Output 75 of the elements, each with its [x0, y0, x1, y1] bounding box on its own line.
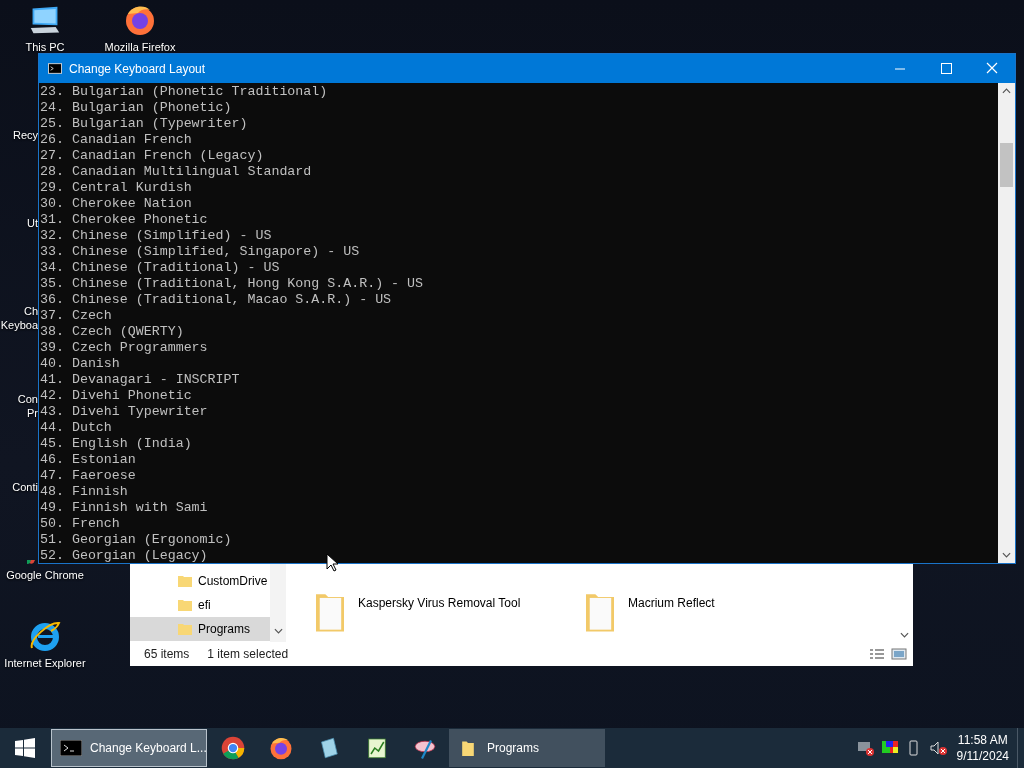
clock-date[interactable]: 9/11/2024 — [956, 748, 1009, 764]
details-view-icon[interactable] — [869, 648, 885, 660]
console-line: 40. Danish — [40, 356, 120, 372]
console-line: 50. French — [40, 516, 120, 532]
desktop-icon-label: Pr — [27, 406, 38, 420]
console-line: 42. Divehi Phonetic — [40, 388, 192, 404]
desktop-icon-label: Google Chrome — [6, 568, 84, 582]
console-line: 29. Central Kurdish — [40, 180, 192, 196]
console-line: 35. Chinese (Traditional, Hong Kong S.A.R.) - US — [40, 276, 423, 292]
firefox-icon[interactable] — [269, 736, 293, 760]
item-count: 65 items — [144, 647, 190, 661]
file-name[interactable]: Kaspersky Virus Removal Tool — [358, 596, 521, 610]
scrollbar[interactable] — [998, 83, 1015, 563]
console-line: 36. Chinese (Traditional, Macao S.A.R.) - US — [40, 292, 392, 308]
console-line: 51. Georgian (Ergonomic) — [40, 532, 232, 548]
taskbar-button[interactable]: Programs — [449, 729, 605, 767]
console-line: 43. Divehi Typewriter — [40, 404, 208, 420]
console-line: 39. Czech Programmers — [40, 340, 208, 356]
console-line: 25. Bulgarian (Typewriter) — [40, 116, 248, 132]
desktop-icon-label: Recy — [12, 128, 38, 142]
console-line: 32. Chinese (Simplified) - US — [40, 228, 272, 244]
console-line: 27. Canadian French (Legacy) — [40, 148, 264, 164]
nav-item[interactable]: Programs — [130, 617, 270, 641]
console-line: 41. Devanagari - INSCRIPT — [40, 372, 240, 388]
desktop-icon-label: Ut — [27, 216, 38, 230]
console-line: 28. Canadian Multilingual Standard — [40, 164, 312, 180]
computer-icon[interactable] — [29, 4, 61, 36]
console-line: 38. Czech (QWERTY) — [40, 324, 184, 340]
folder-icon — [178, 622, 192, 636]
desktop-icon-label: Conti — [12, 480, 38, 494]
selection-count: 1 item selected — [207, 647, 289, 661]
console-line: 23. Bulgarian (Phonetic Traditional) — [40, 84, 328, 100]
chart-app-icon[interactable] — [365, 736, 389, 760]
console-line: 37. Czech — [40, 308, 112, 324]
window-title: Change Keyboard Layout — [69, 61, 206, 76]
scroll-down-icon[interactable] — [900, 632, 909, 638]
console-icon — [60, 740, 82, 756]
console-line: 46. Estonian — [40, 452, 136, 468]
taskbar-button[interactable]: Change Keyboard L... — [51, 729, 207, 767]
nav-item[interactable]: CustomDrive — [130, 569, 270, 593]
console-line: 33. Chinese (Simplified, Singapore) - US — [40, 244, 360, 260]
clock-time[interactable]: 11:58 AM — [957, 732, 1008, 748]
file-name[interactable]: Macrium Reflect — [628, 596, 715, 610]
scrollbar-thumb[interactable] — [1000, 143, 1013, 187]
start-icon[interactable] — [15, 738, 35, 758]
desktop-icon-label: Mozilla Firefox — [104, 40, 176, 54]
folder-icon — [178, 574, 192, 588]
internet-explorer-icon[interactable] — [29, 620, 61, 652]
scroll-up-icon[interactable] — [1002, 88, 1011, 94]
desktop-icon-label: This PC — [25, 40, 65, 54]
console-line: 31. Cherokee Phonetic — [40, 212, 208, 228]
console-line: 48. Finnish — [40, 484, 128, 500]
console-line: 26. Canadian French — [40, 132, 192, 148]
nav-item[interactable]: efi — [130, 593, 270, 617]
scroll-down-icon[interactable] — [1002, 552, 1011, 558]
console-line: 24. Bulgarian (Phonetic) — [40, 100, 232, 116]
console-line: 30. Cherokee Nation — [40, 196, 192, 212]
desktop-icon-label: Internet Explorer — [4, 656, 86, 670]
volume-muted-icon[interactable] — [928, 740, 947, 756]
desktop-icon-label: Ch — [23, 304, 38, 318]
color-display-icon[interactable] — [880, 740, 899, 756]
console-line: 34. Chinese (Traditional) - US — [40, 260, 280, 276]
console-line: 44. Dutch — [40, 420, 112, 436]
scroll-down-icon[interactable] — [273, 628, 283, 634]
console-line: 49. Finnish with Sami — [40, 500, 208, 516]
console-line: 47. Faeroese — [40, 468, 136, 484]
desktop-icon-label: Keyboa — [0, 318, 38, 332]
console-line: 52. Georgian (Legacy) — [40, 548, 208, 564]
console-icon — [48, 63, 62, 74]
console-line: 45. English (India) — [40, 436, 192, 452]
scrollbar[interactable] — [270, 564, 286, 642]
firefox-icon[interactable] — [124, 4, 156, 36]
network-disconnected-icon[interactable] — [856, 740, 875, 756]
desktop-icon-label: Con — [17, 392, 38, 406]
folder-icon — [178, 598, 192, 612]
